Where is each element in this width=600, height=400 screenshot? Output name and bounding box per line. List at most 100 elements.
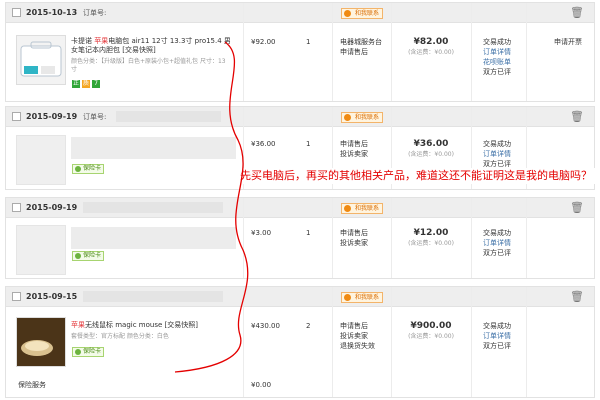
- insurance-card-badge[interactable]: 保险卡: [72, 251, 105, 261]
- order-date: 2015-09-19: [26, 203, 78, 212]
- product-title-redacted: [71, 137, 236, 159]
- return-expired-text: 退换货失效: [340, 342, 375, 350]
- after-sale-actions: 电器城服务台 申请售后: [340, 37, 382, 57]
- order-header: 2015-09-19 订单号: 和我联系 🗑: [6, 107, 594, 127]
- trash-icon[interactable]: 🗑: [570, 110, 584, 123]
- huabei-bill-link[interactable]: 花呗账单: [483, 57, 511, 67]
- divider: [471, 287, 472, 397]
- product-title-link[interactable]: 卡提诺 苹果电脑包 air11 12寸 13.3寸 pro15.4 男女笔记本内…: [71, 37, 236, 55]
- quality-icon[interactable]: 质: [82, 80, 90, 88]
- divider: [526, 198, 527, 278]
- trash-icon[interactable]: 🗑: [570, 290, 584, 303]
- order-checkbox[interactable]: [12, 8, 21, 17]
- order-checkbox[interactable]: [12, 112, 21, 121]
- order-total: ¥36.00 (含运费：¥0.00): [392, 139, 470, 160]
- order-status: 交易成功 订单详情 双方已评: [483, 321, 511, 351]
- order-number-redacted: [116, 111, 221, 122]
- order-status: 交易成功 订单详情 双方已评: [483, 228, 511, 258]
- contact-seller-button[interactable]: 和我联系: [341, 292, 384, 303]
- annotation-text: 先买电脑后，再买的其他相关产品，难道这还不能证明这是我的电脑吗？: [240, 168, 595, 184]
- status-text: 交易成功: [483, 229, 511, 237]
- product-thumbnail[interactable]: [16, 317, 66, 367]
- trash-icon[interactable]: 🗑: [570, 201, 584, 214]
- order-card-3: 2015-09-19 和我联系 🗑 保险卡 ¥3.00 1 申请售后 投诉卖家 …: [5, 197, 595, 279]
- service-price: ¥0.00: [251, 381, 272, 389]
- order-checkbox[interactable]: [12, 292, 21, 301]
- order-number-label: 订单号:: [83, 9, 107, 17]
- insurance-card-badge[interactable]: 保险卡: [72, 164, 105, 174]
- quantity: 1: [306, 140, 311, 148]
- order-header: 2015-10-13 订单号: 和我联系 🗑: [6, 3, 594, 23]
- contact-seller-button[interactable]: 和我联系: [341, 8, 384, 19]
- product-spec: 颜色分类：【升级版】白色+原装小包+超值礼包 尺寸：13寸: [71, 58, 226, 73]
- order-detail-link[interactable]: 订单详情: [483, 238, 511, 248]
- order-number-redacted: [83, 202, 223, 213]
- order-total: ¥82.00 (含运费：¥0.00): [392, 37, 470, 58]
- order-status: 交易成功 订单详情 花呗账单 双方已评: [483, 37, 511, 77]
- freight-note: (含运费：¥0.00): [408, 333, 454, 340]
- review-status: 双方已评: [483, 68, 511, 76]
- divider: [243, 287, 244, 397]
- review-status: 双方已评: [483, 342, 511, 350]
- order-detail-link[interactable]: 订单详情: [483, 331, 511, 341]
- invoice-button[interactable]: 申请开票: [554, 37, 582, 47]
- quantity: 1: [306, 229, 311, 237]
- product-thumbnail[interactable]: [16, 35, 66, 85]
- service-desk-link[interactable]: 电器城服务台: [340, 37, 382, 47]
- after-sale-actions: 申请售后 投诉卖家: [340, 228, 368, 248]
- product-spec: 套餐类型：官方标配 颜色分类：白色: [71, 333, 169, 340]
- guarantee-icon[interactable]: 正: [72, 80, 80, 88]
- apply-after-sale-link[interactable]: 申请售后: [340, 139, 368, 149]
- status-text: 交易成功: [483, 322, 511, 330]
- apply-after-sale-link[interactable]: 申请售后: [340, 47, 382, 57]
- service-badges: 正 质 7: [72, 80, 100, 88]
- order-number-redacted: [83, 291, 223, 302]
- divider: [471, 3, 472, 101]
- insurance-service-label: 保险服务: [18, 381, 46, 389]
- laptop-bag-icon: [20, 41, 62, 77]
- insurance-card-badge[interactable]: 保险卡: [72, 347, 105, 357]
- status-text: 交易成功: [483, 38, 511, 46]
- complain-seller-link[interactable]: 投诉卖家: [340, 149, 368, 159]
- divider: [243, 3, 244, 101]
- apply-after-sale-link[interactable]: 申请售后: [340, 321, 375, 331]
- divider: [332, 198, 333, 278]
- product-title-link[interactable]: 苹果无线鼠标 magic mouse [交易快照]: [71, 321, 236, 330]
- freight-note: (含运费：¥0.00): [408, 49, 454, 56]
- divider: [332, 287, 333, 397]
- order-status: 交易成功 订单详情 双方已评: [483, 139, 511, 169]
- freight-note: (含运费：¥0.00): [408, 240, 454, 247]
- contact-seller-button[interactable]: 和我联系: [341, 203, 384, 214]
- order-card-4: 2015-09-15 和我联系 🗑 苹果无线鼠标 magic mouse [交易…: [5, 286, 595, 398]
- total-amount: ¥12.00: [413, 228, 449, 238]
- quantity: 2: [306, 322, 311, 330]
- trash-icon[interactable]: 🗑: [570, 6, 584, 19]
- order-detail-link[interactable]: 订单详情: [483, 47, 511, 57]
- complain-seller-link[interactable]: 投诉卖家: [340, 238, 368, 248]
- order-date: 2015-09-19: [26, 112, 78, 121]
- divider: [526, 287, 527, 397]
- after-sale-actions: 申请售后 投诉卖家 退换货失效: [340, 321, 375, 351]
- divider: [332, 3, 333, 101]
- unit-price: ¥36.00: [251, 140, 276, 148]
- product-thumbnail[interactable]: [16, 135, 66, 185]
- total-amount: ¥36.00: [413, 139, 449, 149]
- seven-day-icon[interactable]: 7: [92, 80, 100, 88]
- order-checkbox[interactable]: [12, 203, 21, 212]
- order-header: 2015-09-15 和我联系 🗑: [6, 287, 594, 307]
- product-thumbnail[interactable]: [16, 225, 66, 275]
- apply-after-sale-link[interactable]: 申请售后: [340, 228, 368, 238]
- status-text: 交易成功: [483, 140, 511, 148]
- freight-note: (含运费：¥0.00): [408, 151, 454, 158]
- divider: [526, 3, 527, 101]
- order-date: 2015-10-13: [26, 8, 78, 17]
- order-total: ¥12.00 (含运费：¥0.00): [392, 228, 470, 249]
- order-detail-link[interactable]: 订单详情: [483, 149, 511, 159]
- order-header: 2015-09-19 和我联系 🗑: [6, 198, 594, 218]
- mouse-icon: [17, 318, 65, 366]
- order-total: ¥900.00 (含运费：¥0.00): [392, 321, 470, 342]
- complain-seller-link[interactable]: 投诉卖家: [340, 331, 375, 341]
- divider: [391, 287, 392, 397]
- contact-seller-button[interactable]: 和我联系: [341, 112, 384, 123]
- after-sale-actions: 申请售后 投诉卖家: [340, 139, 368, 159]
